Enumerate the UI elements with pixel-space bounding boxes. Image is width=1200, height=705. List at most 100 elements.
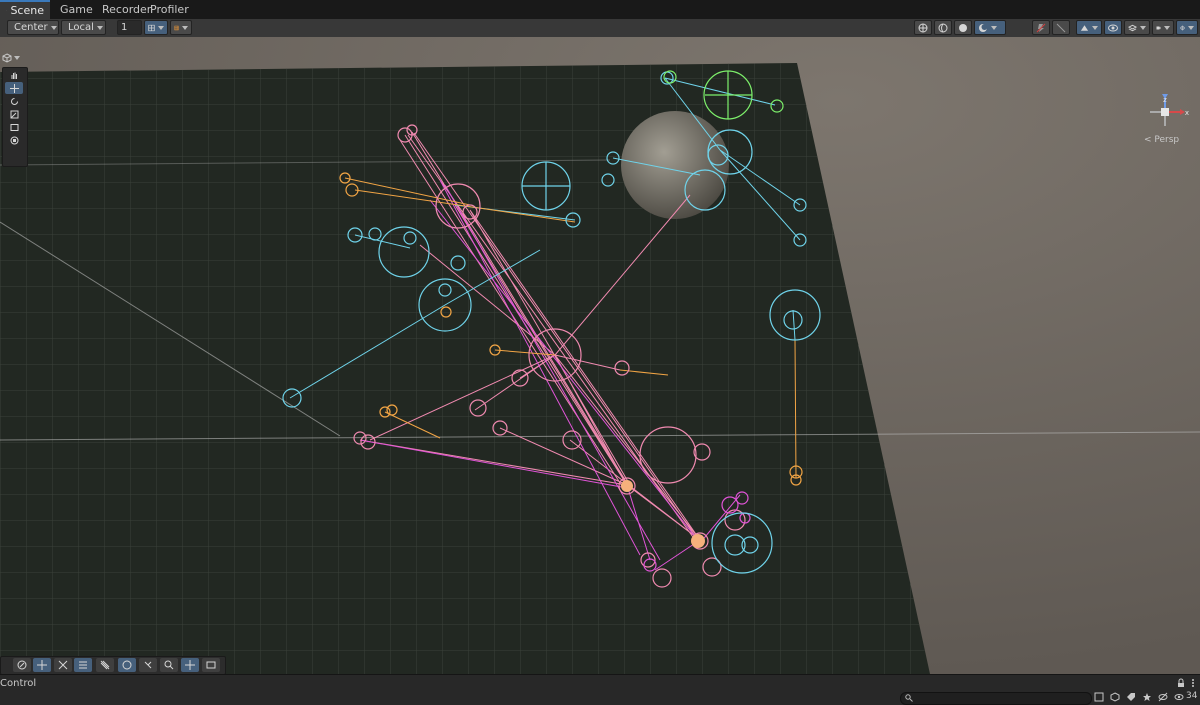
rotate-tool-button[interactable] <box>5 95 23 107</box>
pink-joint-selected[interactable] <box>691 534 705 548</box>
chevron-down-icon <box>991 26 997 30</box>
tab-label: Profiler <box>150 0 189 19</box>
move-icon <box>37 660 47 670</box>
tab-profiler[interactable]: Profiler <box>140 0 188 19</box>
hidden-icon[interactable] <box>1158 692 1168 702</box>
space-mode-dropdown[interactable]: Local <box>61 20 106 35</box>
pattern-icon <box>100 660 110 670</box>
camera-settings-dropdown[interactable] <box>1152 20 1174 35</box>
lighting-off-icon <box>1036 23 1046 33</box>
shading-mode-button[interactable] <box>934 20 952 35</box>
chevron-down-icon <box>14 56 20 60</box>
compass-icon <box>17 660 27 670</box>
globe-icon <box>918 23 928 33</box>
hand-icon <box>10 71 19 80</box>
chevron-down-icon <box>1188 26 1194 30</box>
star-icon[interactable] <box>1142 692 1152 702</box>
moon-sphere-icon <box>978 23 988 33</box>
status-bar: Control 34 <box>0 674 1200 705</box>
overlay-pattern-button[interactable] <box>96 658 114 672</box>
chevron-down-icon <box>97 26 103 30</box>
overlay-move-button[interactable] <box>33 658 51 672</box>
global-view-button[interactable] <box>914 20 932 35</box>
gizmo-icon <box>1180 23 1185 33</box>
gizmo-z-label: z <box>1163 96 1167 104</box>
audio-off-icon <box>1056 23 1066 33</box>
snap-increment-value: 1 <box>121 22 127 33</box>
hand-tool-button[interactable] <box>5 69 23 81</box>
scene-lighting-toggle[interactable] <box>1032 20 1050 35</box>
effects-dropdown[interactable] <box>1076 20 1102 35</box>
list-icon <box>78 660 88 670</box>
wireframe-sphere-icon <box>938 23 948 33</box>
scale-icon <box>10 110 19 119</box>
orientation-gizmo[interactable]: z x <box>1140 92 1190 132</box>
tab-game[interactable]: Game <box>50 0 97 19</box>
kebab-menu-icon[interactable] <box>1189 678 1197 688</box>
status-search-input[interactable] <box>900 692 1092 705</box>
bones-icon <box>58 660 68 670</box>
camera-icon <box>1156 24 1161 32</box>
chevron-down-icon <box>1164 26 1170 30</box>
audio-toggle[interactable] <box>1052 20 1070 35</box>
rect-icon <box>10 123 19 132</box>
move-tool-button[interactable] <box>5 82 23 94</box>
overlay-toolbar <box>0 656 226 675</box>
chevron-down-icon <box>1140 26 1146 30</box>
view-options-dropdown[interactable] <box>2 52 24 64</box>
scene-icon[interactable] <box>1094 692 1104 702</box>
scene-visibility-toggle[interactable] <box>1104 20 1122 35</box>
pivot-mode-dropdown[interactable]: Center <box>7 20 59 35</box>
sphere-icon <box>122 660 132 670</box>
grid-visibility-toggle[interactable] <box>170 20 192 35</box>
effects-icon <box>1080 23 1089 33</box>
grid-snap-toggle[interactable] <box>144 20 168 35</box>
gizmo-x-label: x <box>1185 109 1189 117</box>
layers-dropdown[interactable] <box>1124 20 1150 35</box>
perspective-toggle[interactable]: < Persp <box>1144 135 1179 145</box>
pivot-mode-label: Center <box>14 22 48 33</box>
overlay-list-button[interactable] <box>74 658 92 672</box>
chevron-down-icon <box>1092 26 1098 30</box>
overlay-sphere-button[interactable] <box>118 658 136 672</box>
eye-icon <box>1108 24 1118 32</box>
overlay-compass-button[interactable] <box>13 658 31 672</box>
overlay-search-button[interactable] <box>160 658 178 672</box>
pink-joint-selected[interactable] <box>621 480 633 492</box>
object-count: 34 <box>1186 691 1197 701</box>
tag-icon[interactable] <box>1126 692 1136 702</box>
space-mode-label: Local <box>68 22 94 33</box>
visibility-icon <box>1174 692 1184 702</box>
overlay-pose-button[interactable] <box>139 658 157 672</box>
tab-label: Game <box>60 0 93 19</box>
tab-scene[interactable]: Scene <box>0 0 50 19</box>
editor-tab-bar: Scene Game Recorder Profiler <box>0 0 1200 20</box>
overlay-transform-button[interactable] <box>181 658 199 672</box>
lock-icon[interactable] <box>1176 678 1186 688</box>
scene-viewport[interactable]: z x < Persp <box>0 37 1200 674</box>
scene-toolbar: Center Local 1 <box>0 19 1200 38</box>
tab-recorder[interactable]: Recorder <box>96 0 140 19</box>
transform-tool-button[interactable] <box>5 134 23 146</box>
snap-increment-field[interactable]: 1 <box>117 20 142 35</box>
transform-icon <box>10 136 19 145</box>
gizmos-dropdown[interactable] <box>1176 20 1198 35</box>
shaded-mode-button[interactable] <box>954 20 972 35</box>
chevron-down-icon <box>182 26 188 30</box>
chevron-down-icon <box>51 26 57 30</box>
tab-label: Scene <box>10 2 44 19</box>
draw-mode-dropdown[interactable] <box>974 20 1006 35</box>
overlay-image-button[interactable] <box>202 658 220 672</box>
rect-tool-button[interactable] <box>5 121 23 133</box>
layers-icon <box>1128 23 1137 33</box>
chevron-down-icon <box>158 26 164 30</box>
console-label: Control <box>0 678 36 689</box>
scale-tool-button[interactable] <box>5 108 23 120</box>
cube-icon <box>2 53 12 63</box>
move-icon <box>10 84 19 93</box>
shaded-sphere-icon <box>958 23 968 33</box>
search-icon <box>905 694 913 702</box>
prefab-icon[interactable] <box>1110 692 1120 702</box>
overlay-bones-button[interactable] <box>54 658 72 672</box>
scene-canvas[interactable] <box>0 37 1200 674</box>
